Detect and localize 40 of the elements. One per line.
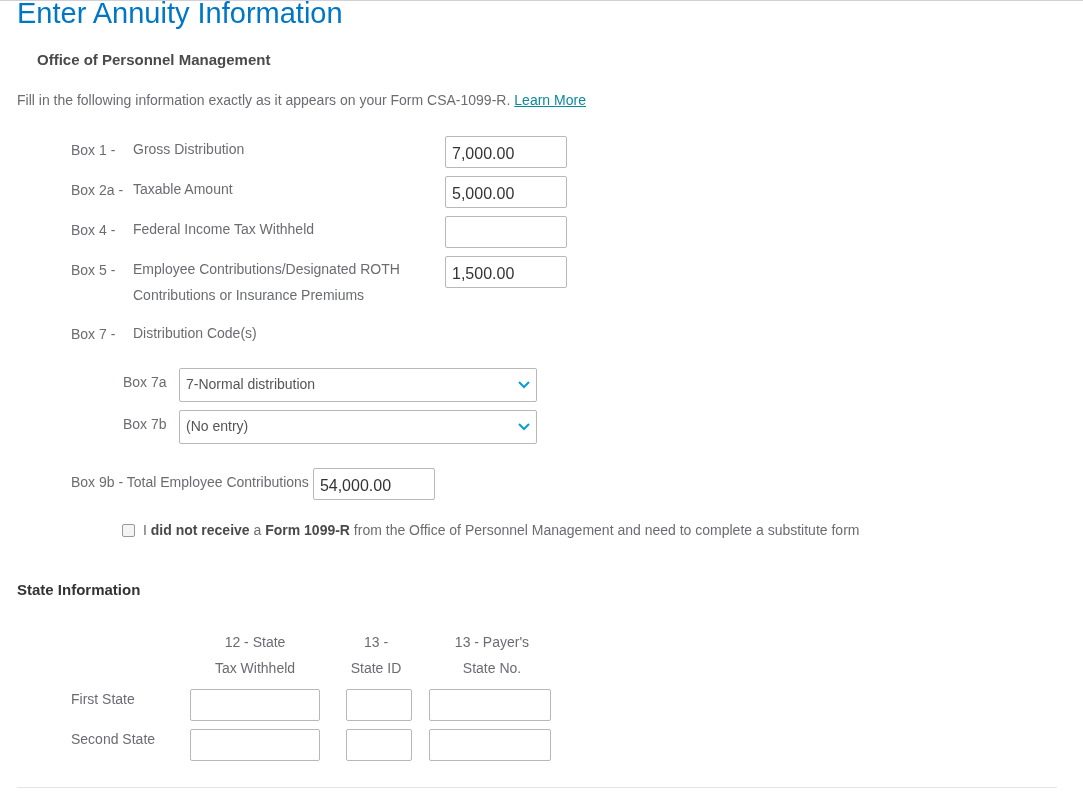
distribution-code-dropdown[interactable]: (No entry) bbox=[179, 409, 537, 444]
state-row-label: First State bbox=[71, 690, 136, 709]
instruction-text: Fill in the following information exactly as it appears on your Form CSA-1099-R. bbox=[17, 90, 511, 110]
distribution-code-label: Box 7a bbox=[123, 372, 168, 392]
section-heading: Office of Personnel Management bbox=[37, 50, 272, 70]
state-row-label: Second State bbox=[71, 730, 157, 749]
page-title: Enter Annuity Information bbox=[17, 1, 344, 31]
checkbox-label: I did not receive a Form 1099-R from the Office of Personnel Management and need to complete a substitute form bbox=[143, 520, 860, 540]
amount-field[interactable]: 1,500.00 bbox=[445, 255, 567, 288]
state-field[interactable] bbox=[429, 729, 551, 761]
column-header: 13 - Payer's State No. bbox=[453, 633, 531, 678]
distribution-code-dropdown[interactable]: 7-Normal distribution bbox=[179, 367, 537, 402]
box-label: Federal Income Tax Withheld bbox=[133, 219, 316, 239]
amount-field[interactable]: 7,000.00 bbox=[445, 135, 567, 168]
box-number: Box 4 - bbox=[71, 220, 117, 240]
chevron-down-icon bbox=[518, 380, 530, 389]
column-header: 13 - State ID bbox=[349, 633, 403, 678]
distribution-code-label: Box 7b bbox=[123, 414, 168, 434]
state-field[interactable] bbox=[346, 689, 412, 721]
amount-field[interactable]: 54,000.00 bbox=[312, 467, 435, 500]
state-field[interactable] bbox=[190, 729, 320, 761]
state-field[interactable] bbox=[429, 689, 551, 721]
checkbox[interactable] bbox=[122, 523, 135, 537]
amount-field[interactable]: 5,000.00 bbox=[445, 175, 567, 208]
box-label: Box 9b - Total Employee Contributions bbox=[71, 472, 309, 492]
box-number: Box 2a - bbox=[71, 180, 125, 200]
box-label: Distribution Code(s) bbox=[133, 323, 258, 343]
box-number: Box 5 - bbox=[71, 260, 117, 280]
section-heading: State Information bbox=[17, 579, 142, 600]
state-field[interactable] bbox=[346, 729, 412, 761]
learn-more-link[interactable]: Learn More bbox=[514, 89, 586, 111]
state-field[interactable] bbox=[190, 689, 320, 721]
box-number: Box 7 - bbox=[71, 324, 117, 344]
amount-field[interactable] bbox=[445, 215, 567, 248]
box-label: Employee Contributions/Designated ROTH Contributions or Insurance Premiums bbox=[133, 259, 401, 305]
box-label: Taxable Amount bbox=[133, 179, 234, 199]
chevron-down-icon bbox=[518, 422, 530, 431]
box-number: Box 1 - bbox=[71, 140, 117, 160]
box-label: Gross Distribution bbox=[133, 139, 246, 159]
column-header: 12 - State Tax Withheld bbox=[213, 633, 297, 678]
